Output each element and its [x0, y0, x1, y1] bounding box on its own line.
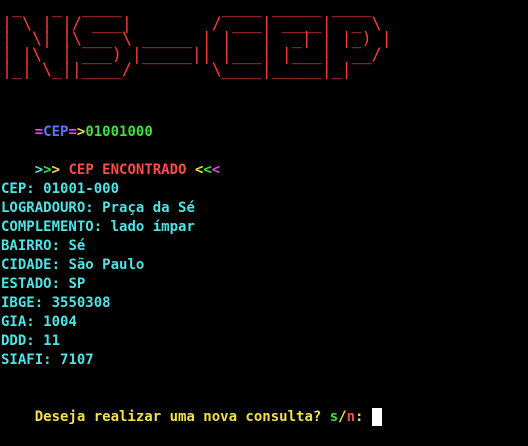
status-message: CEP ENCONTRADO: [60, 162, 195, 178]
field-value: 7107: [60, 352, 94, 368]
field-value: Praça da Sé: [102, 200, 195, 216]
text-cursor[interactable]: [371, 408, 382, 426]
field-value: lado ímpar: [110, 219, 195, 235]
field-key: GIA:: [1, 314, 35, 330]
field-key: DDD:: [1, 333, 35, 349]
status-arrow: >: [43, 162, 52, 178]
option-separator: /: [338, 409, 347, 425]
result-field-logradouro: LOGRADOURO: Praça da Sé: [1, 199, 195, 218]
field-value: SP: [68, 276, 86, 292]
field-value: 3550308: [51, 295, 111, 311]
status-arrow: >: [51, 162, 61, 178]
field-key: IBGE:: [1, 295, 44, 311]
result-field-siafi: SIAFI: 7107: [1, 351, 94, 370]
option-yes: s: [329, 409, 339, 425]
result-field-gia: GIA: 1004: [1, 313, 77, 332]
option-no: n: [346, 409, 356, 425]
field-value: São Paulo: [68, 257, 145, 273]
field-value: 11: [43, 333, 61, 349]
prompt-equals-sign: =: [34, 124, 44, 140]
field-value: Sé: [68, 238, 86, 254]
prompt-equals-sign: =: [68, 124, 77, 140]
status-arrow: <: [203, 162, 212, 178]
status-line: >>> CEP ENCONTRADO <<<: [1, 142, 220, 178]
field-key: CEP:: [1, 181, 35, 197]
result-field-ddd: DDD: 11: [1, 332, 60, 351]
result-field-ibge: IBGE: 3550308: [1, 294, 111, 313]
field-value: 1004: [43, 314, 77, 330]
cep-prompt-line: =CEP=>01001000: [1, 104, 153, 140]
new-query-prompt-line[interactable]: Deseja realizar uma nova consulta? s/n:: [1, 389, 382, 426]
field-value: 01001-000: [43, 181, 120, 197]
terminal-window[interactable]: _ _ ____ ____ _____ ____ | \ | |/ ___| /…: [0, 0, 528, 426]
status-arrow: <: [211, 162, 221, 178]
result-field-complemento: COMPLEMENTO: lado ímpar: [1, 218, 195, 237]
result-field-cep: CEP: 01001-000: [1, 180, 119, 199]
prompt-label: CEP: [43, 124, 69, 140]
field-key: BAIRRO:: [1, 238, 61, 254]
result-field-cidade: CIDADE: São Paulo: [1, 256, 144, 275]
new-query-question: Deseja realizar uma nova consulta?: [34, 409, 330, 425]
status-arrow: >: [34, 162, 44, 178]
field-key: SIAFI:: [1, 352, 52, 368]
field-key: LOGRADOURO:: [1, 200, 94, 216]
prompt-colon: :: [355, 409, 372, 425]
field-key: COMPLEMENTO:: [1, 219, 103, 235]
field-key: CIDADE:: [1, 257, 61, 273]
cep-input-value: 01001000: [85, 124, 153, 140]
ascii-banner: _ _ ____ ____ _____ ____ | \ | |/ ___| /…: [2, 0, 392, 80]
field-key: ESTADO:: [1, 276, 61, 292]
result-field-bairro: BAIRRO: Sé: [1, 237, 85, 256]
result-field-estado: ESTADO: SP: [1, 275, 85, 294]
